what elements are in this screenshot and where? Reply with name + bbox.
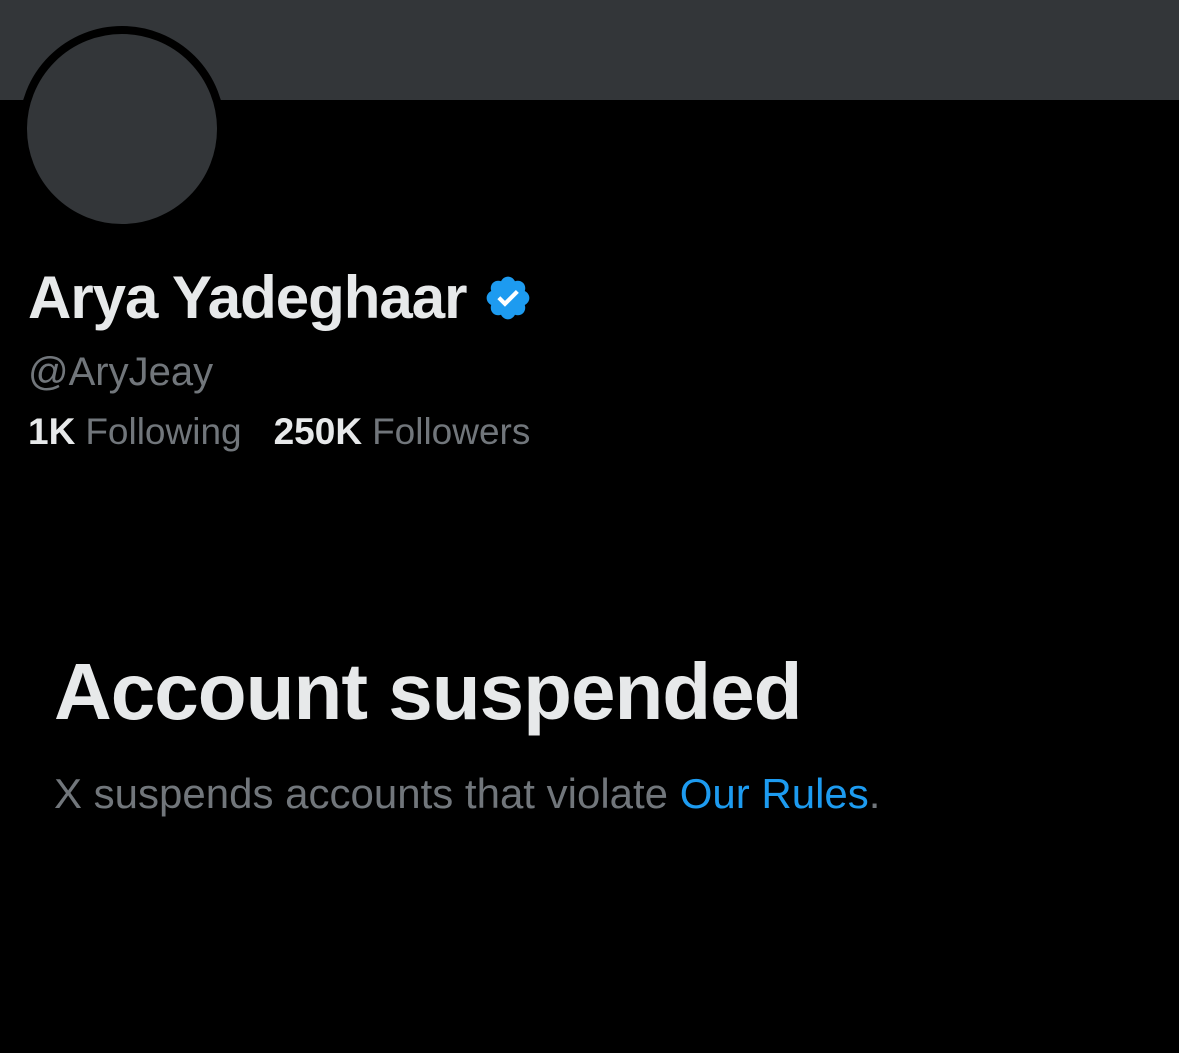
profile-handle: @AryJeay (28, 350, 214, 394)
profile-page: Arya Yadeghaar @AryJeay 1K Following 250… (0, 0, 1179, 1053)
avatar (19, 26, 225, 232)
display-name: Arya Yadeghaar (28, 264, 467, 331)
following-count: 1K (28, 411, 76, 452)
suspension-message: X suspends accounts that violate Our Rul… (54, 766, 880, 822)
profile-stats: 1K Following 250K Followers (28, 408, 562, 456)
followers-count: 250K (273, 411, 363, 452)
followers-label: Followers (372, 411, 531, 452)
following-label: Following (85, 411, 242, 452)
verified-badge-icon[interactable] (483, 273, 533, 323)
followers-link[interactable]: 250K Followers (274, 408, 531, 456)
suspension-message-prefix: X suspends accounts that violate (54, 770, 680, 817)
suspension-title: Account suspended (54, 647, 803, 736)
our-rules-link[interactable]: Our Rules (680, 770, 869, 817)
following-link[interactable]: 1K Following (28, 408, 242, 456)
suspension-message-suffix: . (868, 770, 881, 817)
profile-name-row: Arya Yadeghaar (28, 262, 533, 334)
